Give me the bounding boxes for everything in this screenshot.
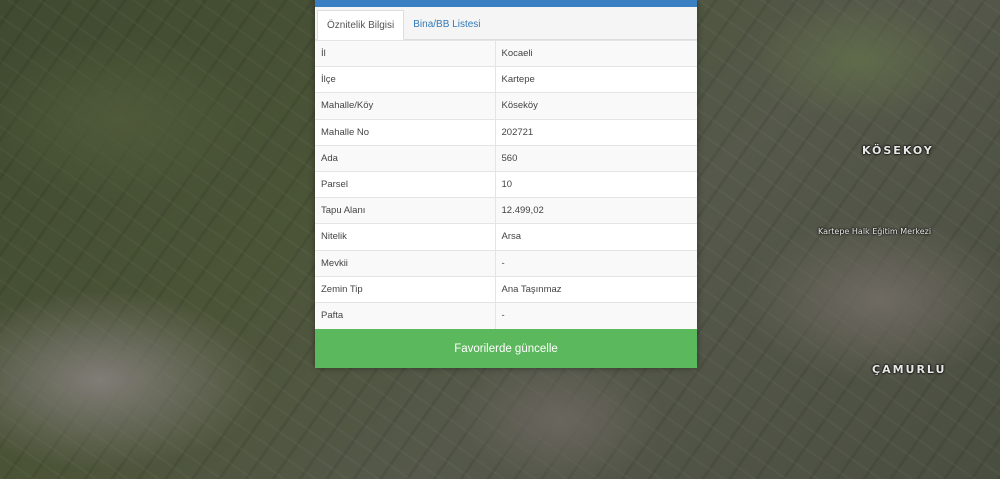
attribute-value: 12.499,02 xyxy=(495,197,697,224)
attribute-key: Mahalle/Köy xyxy=(315,92,496,120)
attribute-value: 10 xyxy=(495,170,697,198)
table-row: Pafta - xyxy=(315,301,697,329)
attribute-value: - xyxy=(495,301,697,329)
attribute-table: İl Kocaeli İlçe Kartepe Mahalle/Köy Köse… xyxy=(315,39,697,329)
table-row: Zemin Tip Ana Taşınmaz xyxy=(315,275,697,303)
attribute-key: Pafta xyxy=(315,301,496,329)
panel-tabs: Öznitelik Bilgisi Bina/BB Listesi xyxy=(315,7,697,40)
attribute-key: Mevkii xyxy=(315,249,496,277)
update-favorites-button[interactable]: Favorilerde güncelle xyxy=(315,329,697,368)
attribute-value: Arsa xyxy=(495,223,697,250)
panel-header-bar xyxy=(315,0,697,7)
map-label-halk-egitim: Kartepe Halk Eğitim Merkezi xyxy=(818,227,932,236)
table-row: İlçe Kartepe xyxy=(315,66,697,93)
attribute-key: Mahalle No xyxy=(315,118,496,146)
attribute-key: İlçe xyxy=(315,66,496,93)
map-label-camurlu: ÇAMURLU xyxy=(872,363,947,376)
attribute-value: - xyxy=(495,249,697,277)
map-label-koseköy: KÖSEKOY xyxy=(862,144,934,157)
table-row: Parsel 10 xyxy=(315,170,697,198)
attribute-key: Nitelik xyxy=(315,223,496,250)
tab-oznitelik-bilgisi[interactable]: Öznitelik Bilgisi xyxy=(317,10,405,40)
attribute-value: Köseköy xyxy=(495,92,697,120)
attribute-key: Parsel xyxy=(315,170,496,198)
attribute-value: 202721 xyxy=(495,118,697,146)
tab-bina-bb-listesi[interactable]: Bina/BB Listesi xyxy=(404,9,489,39)
table-row: Mevkii - xyxy=(315,249,697,277)
attribute-key: Tapu Alanı xyxy=(315,197,496,224)
attribute-value: Kartepe xyxy=(495,66,697,93)
table-row: Mahalle No 202721 xyxy=(315,118,697,146)
table-row: Mahalle/Köy Köseköy xyxy=(315,92,697,120)
table-row: Tapu Alanı 12.499,02 xyxy=(315,197,697,224)
attribute-key: İl xyxy=(315,39,496,67)
table-row: Ada 560 xyxy=(315,144,697,172)
table-row: Nitelik Arsa xyxy=(315,223,697,250)
attribute-value: Ana Taşınmaz xyxy=(495,275,697,303)
attribute-value: Kocaeli xyxy=(495,39,697,67)
attribute-panel: Öznitelik Bilgisi Bina/BB Listesi İl Koc… xyxy=(315,0,697,368)
table-row: İl Kocaeli xyxy=(315,39,697,67)
attribute-key: Zemin Tip xyxy=(315,275,496,303)
attribute-key: Ada xyxy=(315,144,496,172)
attribute-value: 560 xyxy=(495,144,697,172)
